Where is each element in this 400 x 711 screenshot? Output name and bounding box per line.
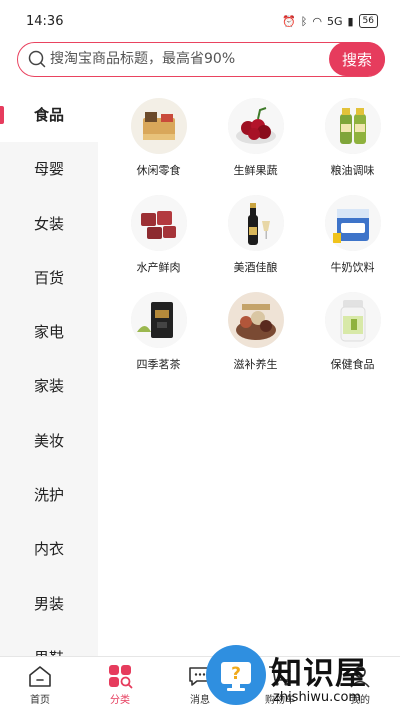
network-type: 5G xyxy=(326,14,343,28)
nav-home[interactable]: 首页 xyxy=(0,657,80,711)
sidebar-item-label: 食品 xyxy=(33,106,64,124)
profile-icon xyxy=(350,666,370,688)
milk-carton-image xyxy=(324,195,381,251)
sidebar-item-food[interactable]: 食品 xyxy=(0,88,98,143)
nav-messages[interactable]: 消息 xyxy=(160,657,240,711)
sidebar-item-appliances[interactable]: 家电 xyxy=(0,305,98,359)
grid-item-milk-drinks[interactable]: 牛奶饮料 xyxy=(304,195,400,275)
sidebar-item-label: 男鞋 xyxy=(34,649,64,656)
cherries-image xyxy=(227,98,284,154)
sidebar-item-general-goods[interactable]: 百货 xyxy=(0,251,98,305)
grid-item-label: 水产鲜肉 xyxy=(136,261,181,274)
grid-item-label: 粮油调味 xyxy=(330,164,375,177)
grid-item-seafood-meat[interactable]: 水产鲜肉 xyxy=(110,195,207,275)
sidebar-item-personal-care[interactable]: 洗护 xyxy=(0,468,98,522)
battery-icon: 56 xyxy=(358,14,378,28)
grid-item-tonics[interactable]: 滋补养生 xyxy=(207,292,304,372)
sidebar-item-label: 美妆 xyxy=(33,431,64,450)
active-indicator xyxy=(0,106,4,124)
sidebar-item-home-decor[interactable]: 家装 xyxy=(0,359,98,413)
nav-label: 消息 xyxy=(190,695,210,706)
sidebar-item-baby[interactable]: 母婴 xyxy=(0,142,98,196)
snacks-image xyxy=(130,98,187,154)
nav-label: 购物车 xyxy=(265,695,295,706)
grid-item-grain-oil[interactable]: 粮油调味 xyxy=(304,98,400,178)
sidebar-item-mens-clothing[interactable]: 男装 xyxy=(0,577,98,631)
vitamin-bottle-image xyxy=(324,292,381,348)
sidebar-item-label: 家装 xyxy=(33,377,64,396)
status-bar: 14:36 ⏰ ᛒ ◠ 5G ▮ 56 xyxy=(0,0,400,40)
nav-profile[interactable]: 我的 xyxy=(320,657,400,711)
category-sidebar: 食品 母婴 女装 百货 家电 家装 美妆 洗护 内衣 男装 男鞋 xyxy=(0,88,98,656)
grid-item-label: 美酒佳酿 xyxy=(233,261,278,274)
grid-item-label: 保健食品 xyxy=(330,358,375,371)
sidebar-item-mens-shoes[interactable]: 男鞋 xyxy=(0,631,98,656)
wine-bottle-image xyxy=(227,195,284,251)
nav-label: 分类 xyxy=(110,695,130,706)
category-icon xyxy=(109,665,133,689)
grid-item-label: 牛奶饮料 xyxy=(330,261,375,274)
nav-label: 首页 xyxy=(30,695,50,706)
cart-icon xyxy=(269,666,291,686)
message-icon xyxy=(189,667,211,686)
grid-item-fresh-produce[interactable]: 生鲜果蔬 xyxy=(207,98,304,178)
grid-item-label: 休闲零食 xyxy=(136,164,181,177)
search-button[interactable]: 搜索 xyxy=(329,42,385,76)
sidebar-item-label: 母婴 xyxy=(33,160,64,179)
grid-item-health-supplements[interactable]: 保健食品 xyxy=(304,292,400,372)
sidebar-item-makeup[interactable]: 美妆 xyxy=(0,414,98,468)
grid-item-tea[interactable]: 四季茗茶 xyxy=(110,292,207,372)
search-icon xyxy=(28,50,46,68)
grid-item-label: 四季茗茶 xyxy=(136,358,181,371)
sidebar-item-womens-clothing[interactable]: 女装 xyxy=(0,197,98,251)
signal-icon: ▮ xyxy=(347,14,354,28)
alarm-icon: ⏰ xyxy=(282,14,296,28)
sidebar-item-underwear[interactable]: 内衣 xyxy=(0,522,98,576)
sidebar-item-label: 女装 xyxy=(33,214,64,233)
grid-item-snacks[interactable]: 休闲零食 xyxy=(110,98,207,178)
subcategory-grid: 休闲零食 生鲜果蔬 粮油调味 水产鲜肉 美酒佳酿 牛奶饮料 四季茗茶 滋补养生 … xyxy=(110,98,390,372)
grid-item-fine-wine[interactable]: 美酒佳酿 xyxy=(207,195,304,275)
status-icons: ⏰ ᛒ ◠ 5G ▮ 56 xyxy=(282,14,378,28)
wifi-icon: ◠ xyxy=(312,14,322,28)
oil-bottles-image xyxy=(324,98,381,154)
nav-label: 我的 xyxy=(350,695,370,706)
grid-item-label: 滋补养生 xyxy=(233,358,278,371)
search-bar[interactable]: 搜索 xyxy=(17,42,385,77)
nav-cart[interactable]: 购物车 xyxy=(240,657,320,711)
tea-box-image xyxy=(130,292,187,348)
meat-cubes-image xyxy=(130,195,187,251)
nav-category[interactable]: 分类 xyxy=(80,657,160,711)
status-time: 14:36 xyxy=(26,14,64,29)
home-icon xyxy=(29,666,51,687)
sidebar-item-label: 洗护 xyxy=(33,486,64,505)
sidebar-item-label: 家电 xyxy=(33,323,64,342)
tonic-herbs-image xyxy=(227,292,284,348)
grid-item-label: 生鲜果蔬 xyxy=(233,164,278,177)
bluetooth-icon: ᛒ xyxy=(300,14,308,28)
search-input[interactable] xyxy=(50,43,310,75)
sidebar-item-label: 百货 xyxy=(33,268,64,287)
sidebar-item-label: 内衣 xyxy=(33,540,64,559)
sidebar-item-label: 男装 xyxy=(33,594,64,613)
bottom-nav: 首页 分类 消息 购物车 我的 xyxy=(0,656,400,711)
